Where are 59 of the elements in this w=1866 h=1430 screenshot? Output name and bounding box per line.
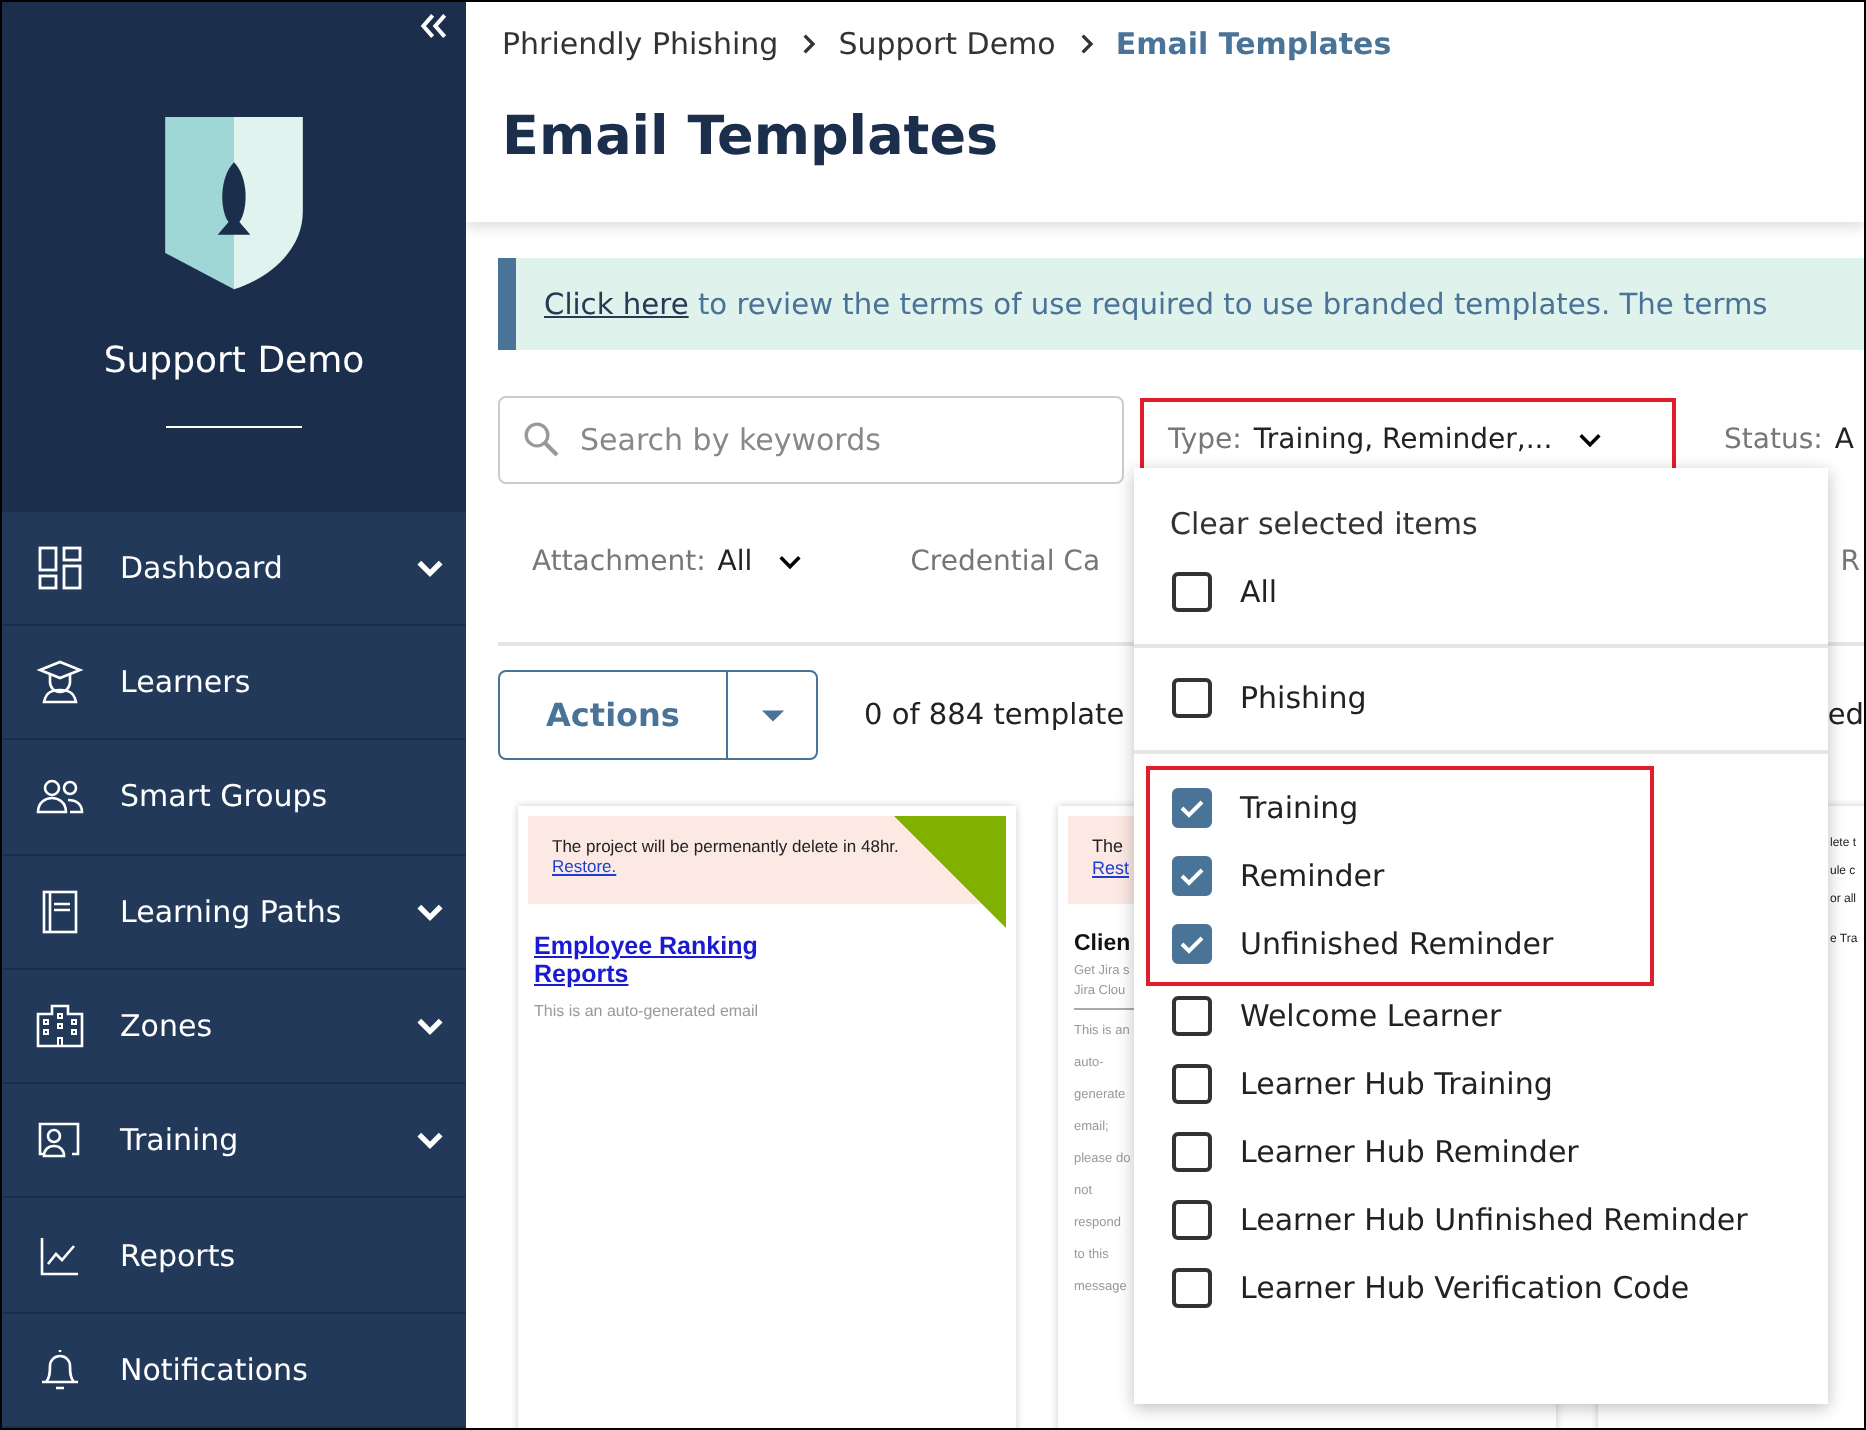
card-text: This is an auto-generated email	[534, 1001, 759, 1020]
filter-dropdown[interactable]: Credential Ca	[876, 524, 1121, 600]
nav-item[interactable]: Dashboard	[2, 511, 466, 626]
checkbox-option[interactable]: Reminder	[1150, 842, 1650, 910]
search-field[interactable]: Search by keywords	[498, 396, 1124, 484]
caret-icon	[759, 707, 785, 723]
filter-dropdown[interactable]: R	[1840, 524, 1864, 600]
nav-item[interactable]: Smart Groups	[2, 740, 466, 856]
corner-ribbon	[894, 816, 1006, 928]
page-title: Email Templates	[502, 106, 1001, 168]
card-title: Employee Ranking Reports	[534, 932, 760, 990]
restore-link[interactable]: Restore.	[552, 856, 617, 877]
nav-item[interactable]: Notifications	[2, 1313, 466, 1428]
checkbox[interactable]	[1172, 1064, 1212, 1104]
chevron-right-icon	[798, 34, 819, 54]
checkbox-option[interactable]: Learner Hub Unfinished Reminder	[1134, 1186, 1828, 1254]
checkbox-option[interactable]: Learner Hub Reminder	[1134, 1118, 1828, 1186]
checkbox[interactable]	[1172, 924, 1212, 964]
checkbox[interactable]	[1172, 572, 1212, 612]
checkbox-option[interactable]: Learner Hub Verification Code	[1134, 1254, 1828, 1322]
nav-item[interactable]: Reports	[2, 1198, 466, 1314]
checkbox-option[interactable]: Learner Hub Training	[1134, 1050, 1828, 1118]
click-here-link[interactable]: Click here	[544, 287, 689, 321]
breadcrumb-link[interactable]: Support Demo	[838, 26, 1056, 62]
clear-selection-link[interactable]: Clear selected items	[1134, 506, 1490, 542]
notice-text: The	[1092, 836, 1124, 858]
card-title: Clien	[1074, 932, 1131, 959]
building-icon	[36, 1001, 84, 1050]
nav-item[interactable]: Learning Paths	[2, 855, 466, 970]
checkbox[interactable]	[1172, 996, 1212, 1036]
nav-item[interactable]: Learners	[2, 625, 466, 741]
restore-link[interactable]: Rest	[1092, 857, 1130, 880]
notice-text: Click here to review the terms of use required to use branded templates. The terms	[544, 287, 1768, 321]
selection-text: ed	[1827, 699, 1864, 731]
checkbox-option[interactable]: Phishing	[1134, 664, 1828, 732]
checkbox-option[interactable]: All	[1134, 558, 1828, 626]
checkbox[interactable]	[1172, 1268, 1212, 1308]
template-count: 0 of 884 template	[864, 699, 1125, 731]
filter-dropdown[interactable]: Type: Training, Reminder,...	[1144, 402, 1672, 478]
checkbox[interactable]	[1172, 1132, 1212, 1172]
checkbox[interactable]	[1172, 1200, 1212, 1240]
notification-icon	[36, 1345, 84, 1394]
search-icon	[522, 420, 562, 460]
checkbox-option[interactable]: Welcome Learner	[1134, 982, 1828, 1050]
collapse-icon[interactable]	[418, 10, 450, 42]
checkbox-option[interactable]: Unfinished Reminder	[1150, 910, 1650, 978]
checkbox[interactable]	[1172, 788, 1212, 828]
notice-text: The project will be permenantly delete in 48hr.	[552, 836, 899, 857]
nav-item[interactable]: Zones	[2, 969, 466, 1085]
graduate-icon	[36, 658, 84, 707]
breadcrumb-link[interactable]: Phriendly Phishing	[502, 26, 779, 62]
grid-icon	[36, 543, 84, 592]
template-card[interactable]: The project will be permenantly delete in 48hr. Restore. Employee Ranking Reports This is an auto-generated email	[518, 806, 1016, 1428]
org-name: Support Demo	[103, 340, 365, 382]
nav-item[interactable]: Training	[2, 1084, 466, 1199]
filter-dropdown[interactable]: Attachment: All	[498, 524, 825, 600]
checkbox-option[interactable]: Training	[1150, 774, 1650, 842]
checkbox[interactable]	[1172, 678, 1212, 718]
checkbox[interactable]	[1172, 856, 1212, 896]
